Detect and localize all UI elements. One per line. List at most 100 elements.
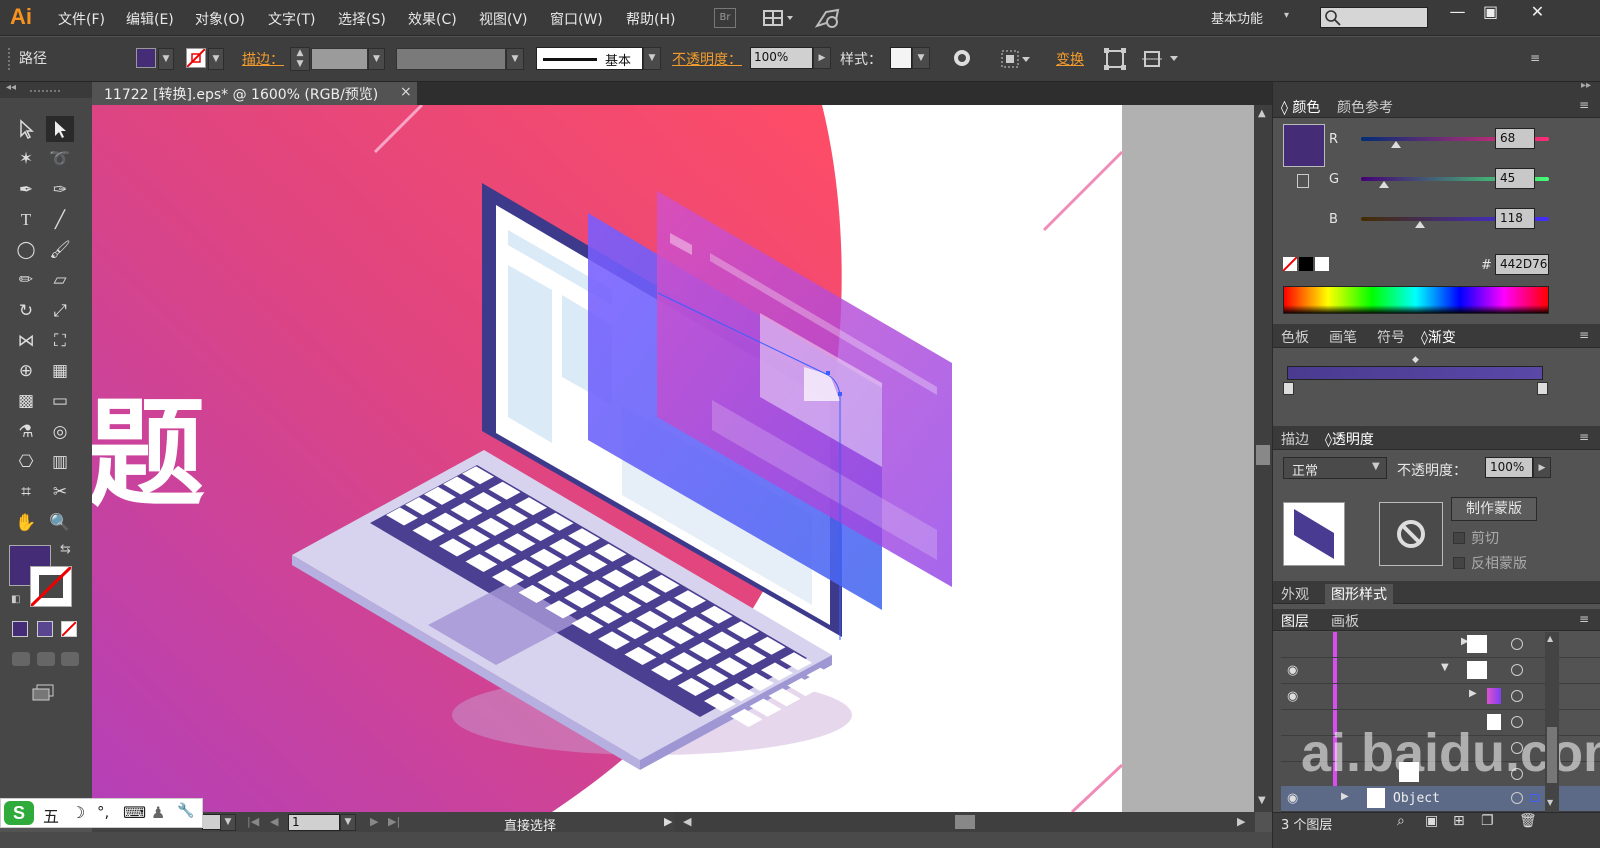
first-artboard-icon[interactable]: |◀: [247, 815, 259, 828]
ime-mode-label[interactable]: 五: [43, 803, 59, 827]
control-panel-menu-icon[interactable]: ≡: [1530, 51, 1540, 65]
align-options-button[interactable]: [1000, 48, 1034, 70]
direct-selection-tool-icon[interactable]: [46, 116, 74, 142]
ellipse-tool-icon[interactable]: ◯: [12, 237, 40, 263]
layers-list[interactable]: ▶ ◉ ▼ ◉ ▶ ◉ ▶ Object ai.baidu.com: [1273, 632, 1600, 812]
tab-color-guide[interactable]: 颜色参考: [1337, 97, 1393, 117]
clip-checkbox[interactable]: [1453, 532, 1465, 544]
previous-artboard-icon[interactable]: ◀: [270, 815, 278, 828]
tab-layers[interactable]: 图层: [1281, 611, 1309, 631]
collapse-triangle-icon[interactable]: ▼: [1441, 662, 1449, 673]
close-button[interactable]: ✕: [1522, 2, 1553, 23]
target-circle-icon[interactable]: [1511, 664, 1523, 676]
pencil-tool-icon[interactable]: ✏: [12, 267, 40, 293]
variable-width-profile[interactable]: [396, 48, 506, 70]
draw-behind-icon[interactable]: [37, 652, 55, 666]
transform-panel-link[interactable]: 变换: [1056, 49, 1084, 69]
mesh-tool-icon[interactable]: ▩: [12, 388, 40, 414]
blend-mode-select[interactable]: 正常 ▼: [1283, 457, 1387, 479]
stroke-weight-stepper[interactable]: ▲ ▼: [290, 47, 310, 71]
tab-transparency[interactable]: ◊透明度: [1325, 429, 1374, 449]
menu-select[interactable]: 选择(S): [338, 9, 386, 29]
bridge-button[interactable]: Br: [714, 8, 736, 28]
arrange-documents-button[interactable]: [762, 8, 796, 28]
opacity-field[interactable]: 100%: [750, 47, 813, 69]
rotate-tool-icon[interactable]: ↻: [12, 298, 40, 324]
tab-gradient[interactable]: ◊渐变: [1421, 327, 1456, 347]
r-slider-thumb[interactable]: [1391, 141, 1401, 148]
stroke-color-box[interactable]: [29, 565, 73, 608]
scale-tool-icon[interactable]: ⤢: [46, 298, 74, 324]
punctuation-icon[interactable]: °,: [97, 803, 109, 821]
brush-dropdown[interactable]: ▼: [643, 47, 661, 70]
horizontal-scroll-thumb[interactable]: [955, 815, 975, 829]
shape-builder-tool-icon[interactable]: ⊕: [12, 358, 40, 384]
opacity-slider-button[interactable]: ▶: [813, 47, 831, 69]
tab-artboards[interactable]: 画板: [1331, 611, 1359, 631]
locate-object-icon[interactable]: ⌕: [1397, 813, 1405, 829]
fill-swatch[interactable]: [136, 48, 156, 68]
new-layer-icon[interactable]: ❐: [1481, 813, 1494, 829]
artboard-canvas[interactable]: 题: [92, 105, 1254, 812]
expand-triangle-icon[interactable]: ▶: [1341, 791, 1349, 802]
fill-dropdown[interactable]: ▼: [158, 48, 174, 70]
gradient-stop-left[interactable]: [1283, 382, 1294, 395]
close-tab-icon[interactable]: ×: [400, 84, 412, 100]
workspace-switcher[interactable]: 基本功能: [1211, 8, 1263, 27]
screen-mode-button[interactable]: [30, 683, 56, 701]
g-slider-thumb[interactable]: [1379, 181, 1389, 188]
none-mode-button[interactable]: [61, 621, 77, 637]
transparency-opacity-field[interactable]: 100%: [1485, 457, 1533, 478]
free-transform-tool-icon[interactable]: ⛶: [46, 328, 74, 354]
tab-color[interactable]: ◊ 颜色: [1281, 97, 1320, 117]
graphic-style-swatch[interactable]: [890, 47, 912, 69]
gradient-tool-icon[interactable]: ▭: [46, 388, 74, 414]
tab-swatches[interactable]: 色板: [1281, 327, 1309, 347]
gradient-midpoint-icon[interactable]: ◆: [1412, 355, 1419, 365]
tab-symbols[interactable]: 符号: [1377, 327, 1405, 347]
stroke-swatch[interactable]: [186, 48, 206, 68]
zoom-dropdown[interactable]: ▼: [220, 814, 236, 831]
target-circle-icon[interactable]: [1511, 638, 1523, 650]
tab-graphic-styles[interactable]: 图形样式: [1325, 584, 1393, 604]
tab-appearance[interactable]: 外观: [1281, 584, 1309, 604]
hand-tool-icon[interactable]: ✋: [12, 510, 40, 536]
gradient-mode-button[interactable]: [37, 621, 53, 637]
transparency-opacity-slider-button[interactable]: ▶: [1533, 457, 1551, 478]
selection-indicator[interactable]: [1531, 794, 1539, 802]
vertical-scrollbar[interactable]: ▲ ▼: [1254, 105, 1272, 812]
gradient-panel-menu-icon[interactable]: ≡: [1579, 328, 1589, 342]
default-colors-icon[interactable]: ◧: [11, 594, 20, 605]
color-panel-menu-icon[interactable]: ≡: [1579, 98, 1589, 112]
layers-panel-menu-icon[interactable]: ≡: [1579, 612, 1589, 626]
b-slider-thumb[interactable]: [1415, 221, 1425, 228]
sogou-logo[interactable]: S: [4, 801, 34, 825]
artboard-dropdown[interactable]: ▼: [340, 814, 356, 831]
user-icon[interactable]: ♟: [151, 803, 165, 822]
artboard-number-field[interactable]: 1: [288, 814, 340, 831]
mask-thumbnail[interactable]: [1379, 502, 1443, 566]
menu-effect[interactable]: 效果(C): [408, 9, 457, 29]
horizontal-scrollbar[interactable]: ◀ ▶: [675, 812, 1255, 832]
scroll-down-icon[interactable]: ▼: [1547, 798, 1553, 807]
blend-tool-icon[interactable]: ◎: [46, 419, 74, 445]
scroll-up-icon[interactable]: ▲: [1258, 108, 1266, 119]
scroll-left-icon[interactable]: ◀: [683, 815, 691, 828]
search-input[interactable]: [1320, 7, 1428, 28]
status-menu-icon[interactable]: ▶: [664, 815, 672, 828]
target-circle-icon[interactable]: [1511, 792, 1523, 804]
none-color-swatch[interactable]: [1282, 256, 1298, 272]
isolate-button[interactable]: [1104, 48, 1126, 70]
column-graph-tool-icon[interactable]: ▥: [46, 449, 74, 475]
keyboard-icon[interactable]: ⌨: [123, 803, 146, 822]
swap-colors-icon[interactable]: ⇆: [60, 542, 71, 557]
layers-scroll-thumb[interactable]: [1547, 727, 1557, 783]
new-sublayer-icon[interactable]: ⊞: [1453, 813, 1465, 829]
variable-width-dropdown[interactable]: ▼: [506, 48, 524, 70]
graphic-style-dropdown[interactable]: ▼: [912, 47, 930, 69]
invert-mask-checkbox[interactable]: [1453, 557, 1465, 569]
r-value-field[interactable]: 68: [1495, 128, 1535, 149]
gradient-slider[interactable]: [1287, 366, 1543, 380]
eyedropper-tool-icon[interactable]: ⚗: [12, 419, 40, 445]
hex-value-field[interactable]: 442D76: [1495, 254, 1549, 275]
